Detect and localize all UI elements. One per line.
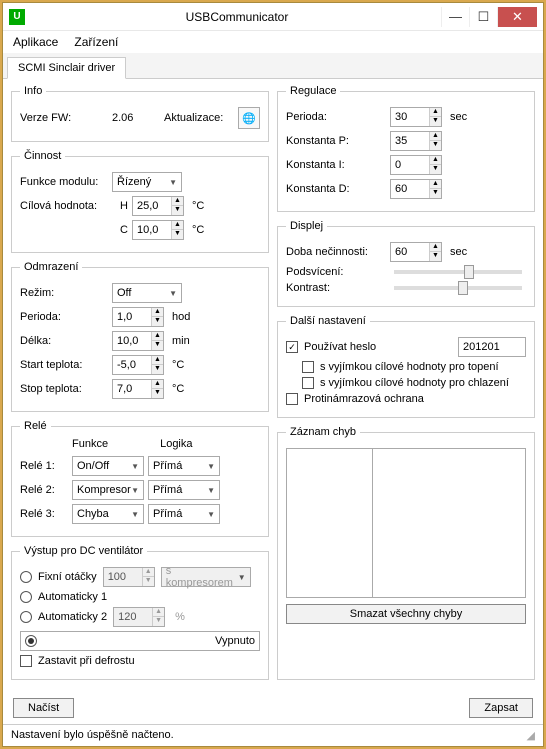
group-cinnost: Činnost Funkce modulu: Řízený▼ Cílová ho… — [11, 150, 269, 253]
app-icon: U — [9, 9, 25, 25]
c-value-input[interactable]: ▲▼ — [132, 220, 184, 240]
update-button[interactable]: 🌐 — [238, 107, 260, 129]
group-other: Další nastavení ✓ Používat heslo s vyjím… — [277, 315, 535, 418]
group-display: Displej Doba nečinnosti: ▲▼ sec Podsvíce… — [277, 220, 535, 307]
group-relay: Relé FunkceLogika Relé 1: On/Off▼ Přímá▼… — [11, 420, 269, 537]
legend-reg: Regulace — [286, 85, 340, 97]
kp-label: Konstanta P: — [286, 135, 386, 147]
relay1-label: Relé 1: — [20, 460, 68, 472]
defrost-len-label: Délka: — [20, 335, 108, 347]
backlight-label: Podsvícení: — [286, 266, 386, 278]
kp-input[interactable]: ▲▼ — [390, 131, 442, 151]
defrost-period-label: Perioda: — [20, 311, 108, 323]
tabstrip: SCMI Sinclair driver — [3, 53, 543, 79]
chevron-down-icon: ▼ — [169, 178, 177, 187]
group-defrost: Odmrazení Režim: Off▼ Perioda: ▲▼ hod Dé… — [11, 261, 269, 412]
menu-app[interactable]: Aplikace — [13, 35, 58, 49]
legend-defrost: Odmrazení — [20, 261, 82, 273]
reg-period-input[interactable]: ▲▼ — [390, 107, 442, 127]
legend-fan: Výstup pro DC ventilátor — [20, 545, 147, 557]
idle-input[interactable]: ▲▼ — [390, 242, 442, 262]
group-errors: Záznam chyb Smazat všechny chyby — [277, 426, 535, 680]
h-value-input[interactable]: ▲▼ — [132, 196, 184, 216]
h-unit: °C — [192, 200, 220, 212]
c-unit: °C — [192, 224, 220, 236]
minimize-button[interactable]: — — [441, 7, 469, 27]
relay2-func-select[interactable]: Kompresor▼ — [72, 480, 144, 500]
mode-select[interactable]: Řízený▼ — [112, 172, 182, 192]
group-fan: Výstup pro DC ventilátor Fixní otáčky ▲▼… — [11, 545, 269, 680]
defrost-period-input[interactable]: ▲▼ — [112, 307, 164, 327]
except-cool-check[interactable]: s vyjímkou cílové hodnoty pro chlazení — [302, 377, 526, 389]
fan-fixed-radio[interactable]: Fixní otáčky ▲▼ s kompresorem▼ — [20, 567, 260, 587]
fan-stop-defrost-check[interactable]: Zastavit při defrostu — [20, 655, 260, 667]
use-password-check[interactable]: ✓ Používat heslo — [286, 337, 526, 357]
antifrost-check[interactable]: Protinámrazová ochrana — [286, 393, 526, 405]
relay2-label: Relé 2: — [20, 484, 68, 496]
relay1-func-select[interactable]: On/Off▼ — [72, 456, 144, 476]
resize-grip-icon[interactable]: ◢ — [527, 729, 535, 742]
target-label: Cílová hodnota: — [20, 200, 108, 212]
kd-input[interactable]: ▲▼ — [390, 179, 442, 199]
fan-off-radio[interactable]: Vypnuto — [20, 631, 260, 651]
app-window: U USBCommunicator — ☐ ✕ Aplikace Zařízen… — [2, 2, 544, 747]
legend-info: Info — [20, 85, 46, 97]
close-button[interactable]: ✕ — [497, 7, 537, 27]
group-info: Info Verze FW: 2.06 Aktualizace: 🌐 — [11, 85, 269, 142]
idle-label: Doba nečinnosti: — [286, 246, 386, 258]
globe-icon: 🌐 — [242, 112, 256, 125]
window-title: USBCommunicator — [33, 10, 441, 24]
error-listbox[interactable] — [286, 448, 526, 598]
status-text: Nastavení bylo úspěšně načteno. — [11, 729, 174, 742]
legend-errors: Záznam chyb — [286, 426, 360, 438]
mode-label: Funkce modulu: — [20, 176, 108, 188]
except-heat-check[interactable]: s vyjímkou cílové hodnoty pro topení — [302, 361, 526, 373]
maximize-button[interactable]: ☐ — [469, 7, 497, 27]
fan-auto1-radio[interactable]: Automaticky 1 — [20, 591, 260, 603]
menu-device[interactable]: Zařízení — [74, 35, 118, 49]
legend-disp: Displej — [286, 220, 327, 232]
fan-fixed-mode: s kompresorem▼ — [161, 567, 251, 587]
fan-auto2-radio[interactable]: Automaticky 2 ▲▼ % — [20, 607, 260, 627]
reg-period-label: Perioda: — [286, 111, 386, 123]
defrost-stop-input[interactable]: ▲▼ — [112, 379, 164, 399]
group-regulation: Regulace Perioda: ▲▼ sec Konstanta P: ▲▼… — [277, 85, 535, 212]
titlebar: U USBCommunicator — ☐ ✕ — [3, 3, 543, 31]
rezim-label: Režim: — [20, 287, 108, 299]
fw-value: 2.06 — [112, 112, 160, 124]
menubar: Aplikace Zařízení — [3, 31, 543, 53]
legend-cinnost: Činnost — [20, 150, 65, 162]
h-mark: H — [112, 200, 128, 212]
c-mark: C — [112, 224, 128, 236]
clear-errors-button[interactable]: Smazat všechny chyby — [286, 604, 526, 624]
legend-other: Další nastavení — [286, 315, 370, 327]
fw-label: Verze FW: — [20, 112, 108, 124]
fan-auto2-value: ▲▼ — [113, 607, 165, 627]
defrost-start-label: Start teplota: — [20, 359, 108, 371]
legend-relay: Relé — [20, 420, 51, 432]
defrost-stop-label: Stop teplota: — [20, 383, 108, 395]
relay3-label: Relé 3: — [20, 508, 68, 520]
load-button[interactable]: Načíst — [13, 698, 74, 718]
defrost-len-input[interactable]: ▲▼ — [112, 331, 164, 351]
relay3-func-select[interactable]: Chyba▼ — [72, 504, 144, 524]
relay1-logic-select[interactable]: Přímá▼ — [148, 456, 220, 476]
defrost-start-input[interactable]: ▲▼ — [112, 355, 164, 375]
backlight-slider[interactable] — [394, 270, 522, 274]
update-label: Aktualizace: — [164, 112, 234, 124]
rezim-select[interactable]: Off▼ — [112, 283, 182, 303]
kd-label: Konstanta D: — [286, 183, 386, 195]
fan-fixed-value: ▲▼ — [103, 567, 155, 587]
contrast-label: Kontrast: — [286, 282, 386, 294]
relay3-logic-select[interactable]: Přímá▼ — [148, 504, 220, 524]
password-input[interactable] — [458, 337, 526, 357]
ki-label: Konstanta I: — [286, 159, 386, 171]
relay2-logic-select[interactable]: Přímá▼ — [148, 480, 220, 500]
contrast-slider[interactable] — [394, 286, 522, 290]
ki-input[interactable]: ▲▼ — [390, 155, 442, 175]
save-button[interactable]: Zapsat — [469, 698, 533, 718]
tab-scmi[interactable]: SCMI Sinclair driver — [7, 57, 126, 79]
